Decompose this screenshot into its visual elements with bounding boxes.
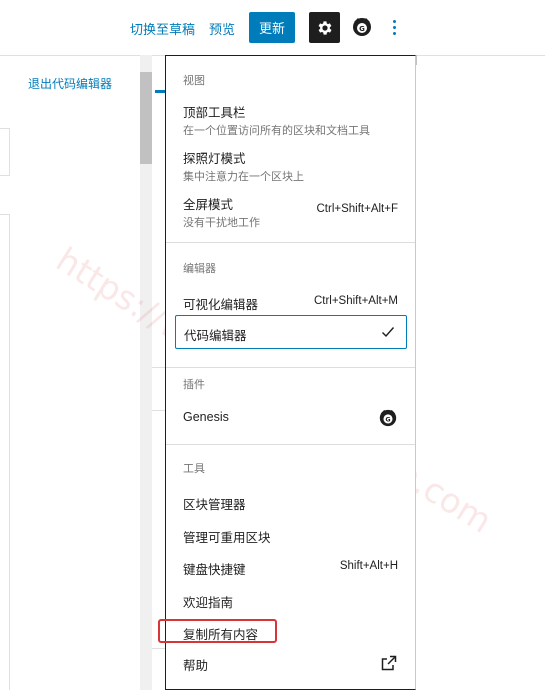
- menu-divider: [166, 444, 415, 445]
- genesis-plugin-button[interactable]: G: [349, 14, 375, 40]
- menu-group-label-view: 视图: [183, 74, 205, 87]
- checkmark-icon: [382, 327, 395, 338]
- menu-item-description: 在一个位置访问所有的区块和文档工具: [183, 124, 370, 137]
- menu-item-label: 欢迎指南: [183, 595, 234, 610]
- menu-item-label: 代码编辑器: [184, 328, 247, 343]
- menu-item-code-editor[interactable]: 代码编辑器: [175, 315, 407, 349]
- switch-to-draft-button[interactable]: 切换至草稿: [130, 19, 195, 38]
- genesis-icon: G: [379, 409, 397, 427]
- genesis-letter: G: [359, 25, 365, 33]
- annotation-highlight-box: [158, 619, 277, 643]
- menu-divider: [166, 367, 415, 368]
- sidebar-divider: [152, 648, 166, 649]
- menu-item-visual-editor[interactable]: 可视化编辑器 Ctrl+Shift+Alt+M: [166, 292, 415, 316]
- menu-item-genesis[interactable]: Genesis G: [166, 408, 415, 432]
- menu-item-shortcut: Ctrl+Shift+Alt+M: [313, 295, 398, 307]
- menu-item-description: 集中注意力在一个区块上: [183, 170, 304, 183]
- menu-item-label: 管理可重用区块: [183, 530, 271, 545]
- menu-item-keyboard-shortcuts[interactable]: 键盘快捷键 Shift+Alt+H: [166, 557, 415, 581]
- menu-item-label: 区块管理器: [183, 497, 246, 512]
- sidebar-divider: [152, 367, 166, 368]
- menu-item-label: 探照灯模式: [183, 151, 246, 166]
- menu-group-label-editor: 编辑器: [183, 262, 216, 275]
- preview-button[interactable]: 预览: [209, 19, 235, 38]
- sidebar-divider: [152, 410, 166, 411]
- menu-item-manage-reusable-blocks[interactable]: 管理可重用区块: [166, 525, 415, 549]
- more-options-button[interactable]: [383, 14, 405, 40]
- menu-item-top-toolbar[interactable]: 顶部工具栏 在一个位置访问所有的区块和文档工具: [166, 100, 415, 140]
- menu-item-label: 全屏模式: [183, 197, 234, 212]
- exit-code-editor-link[interactable]: 退出代码编辑器: [28, 75, 112, 92]
- external-link-icon: [381, 655, 397, 671]
- menu-item-label: 键盘快捷键: [183, 562, 246, 577]
- ellipsis-dot: [392, 31, 396, 35]
- menu-item-help[interactable]: 帮助: [166, 653, 415, 677]
- menu-item-fullscreen-mode[interactable]: 全屏模式 没有干扰地工作 Ctrl+Shift+Alt+F: [166, 192, 415, 232]
- menu-group-label-plugins: 插件: [183, 378, 205, 391]
- menu-group-label-tools: 工具: [183, 462, 205, 475]
- menu-item-shortcut: Ctrl+Shift+Alt+F: [316, 203, 399, 215]
- code-textarea-edge: [0, 214, 10, 690]
- genesis-letter: G: [385, 417, 390, 424]
- update-button[interactable]: 更新: [249, 12, 295, 43]
- menu-item-label: 可视化编辑器: [183, 297, 259, 312]
- menu-item-spotlight-mode[interactable]: 探照灯模式 集中注意力在一个区块上: [166, 146, 415, 186]
- ellipsis-dot: [392, 25, 396, 29]
- menu-item-label: 帮助: [183, 658, 209, 673]
- menu-item-block-manager[interactable]: 区块管理器: [166, 492, 415, 516]
- menu-item-label: 顶部工具栏: [183, 105, 246, 120]
- menu-item-shortcut: Shift+Alt+H: [339, 560, 398, 572]
- menu-divider: [166, 242, 415, 243]
- menu-item-welcome-guide[interactable]: 欢迎指南: [166, 590, 415, 614]
- settings-button[interactable]: [309, 12, 340, 43]
- sidebar-active-tab-indicator: [155, 90, 165, 93]
- vertical-ellipsis-icon: [392, 19, 396, 23]
- title-field-edge: [0, 128, 10, 176]
- gear-icon: [318, 20, 332, 35]
- editor-scrollbar-thumb[interactable]: [140, 72, 152, 164]
- genesis-icon: G: [353, 18, 371, 36]
- editor-header-toolbar: 切换至草稿 预览 更新 G: [0, 0, 545, 55]
- menu-item-label: Genesis: [183, 410, 229, 424]
- menu-item-description: 没有干扰地工作: [183, 216, 260, 229]
- more-options-menu: 视图 顶部工具栏 在一个位置访问所有的区块和文档工具 探照灯模式 集中注意力在一…: [165, 55, 416, 690]
